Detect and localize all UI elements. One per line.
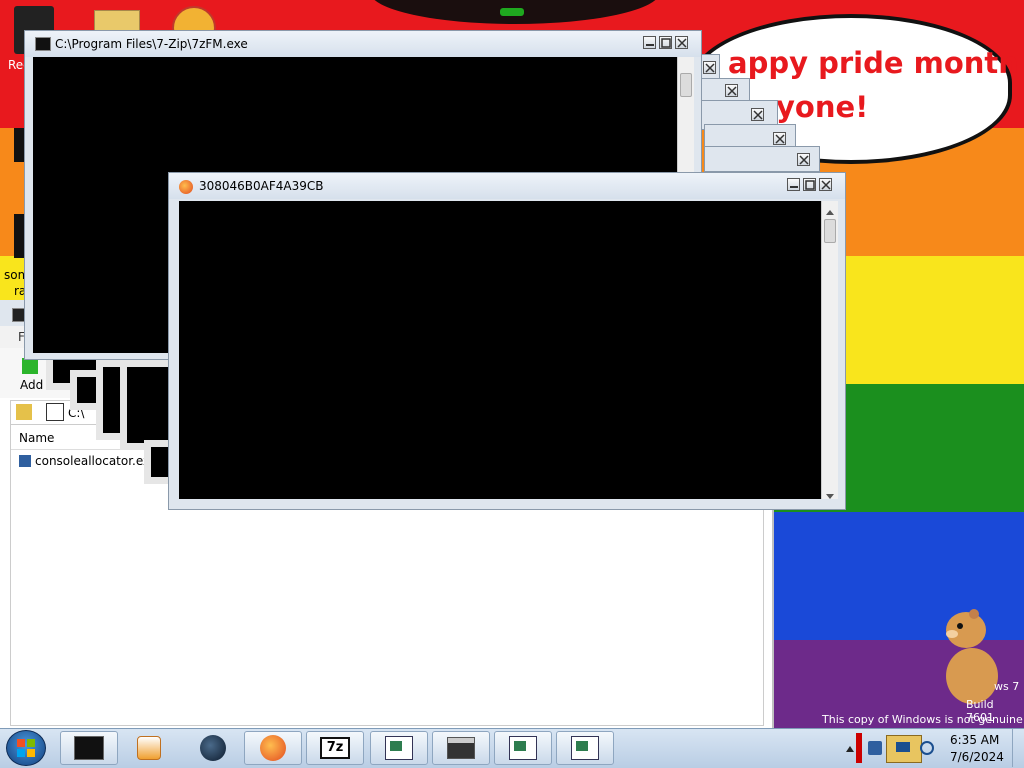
scrollbar-thumb[interactable] (824, 219, 836, 243)
7zip-window-title: C:\Program Files\7-Zip\7zFM.exe (55, 37, 248, 51)
firefox-window-title: 308046B0AF4A39CB (199, 179, 324, 193)
watermark-line1: ws 7 (994, 680, 1020, 693)
cascade-close-1[interactable] (703, 61, 716, 74)
media-player-icon (137, 736, 161, 760)
firefox-icon (179, 180, 193, 194)
file-icon (19, 455, 31, 467)
column-header-name[interactable]: Name (19, 431, 54, 445)
terminal-icon (74, 736, 104, 760)
show-desktop-button[interactable] (1012, 729, 1024, 767)
speech-text-line1: appy pride month (728, 46, 1019, 80)
flag-tray-icon[interactable] (856, 733, 862, 763)
clock-date[interactable]: 7/6/2024 (950, 750, 1004, 764)
maximize-button[interactable] (659, 36, 672, 49)
scroll-up-arrow-icon[interactable] (826, 204, 834, 218)
cascade-close-5[interactable] (797, 153, 810, 166)
watermark-line3: This copy of Windows is not genuine (822, 713, 1023, 726)
console-icon (35, 37, 51, 51)
firefox-console-output[interactable] (179, 201, 821, 499)
close-button[interactable] (675, 36, 688, 49)
start-button[interactable] (6, 730, 46, 766)
taskbar-window-3[interactable] (494, 731, 552, 765)
7zip-taskbar-icon: 7z (320, 737, 350, 759)
scroll-down-arrow-icon[interactable] (826, 489, 834, 503)
taskbar: 7z 6:35 AM 7/6/2024 (0, 728, 1024, 768)
minimize-button[interactable] (787, 178, 800, 191)
taskbar-window-4[interactable] (556, 731, 614, 765)
cascade-close-4[interactable] (773, 132, 786, 145)
clock-time[interactable]: 6:35 AM (950, 733, 999, 747)
window-icon (509, 736, 537, 760)
globe-icon (200, 735, 226, 761)
cascade-close-2[interactable] (725, 84, 738, 97)
scrollbar-thumb[interactable] (680, 73, 692, 97)
taskbar-terminal[interactable] (60, 731, 118, 765)
volume-tray-icon[interactable] (920, 741, 934, 758)
up-folder-icon[interactable] (16, 404, 32, 420)
maximize-button[interactable] (803, 178, 816, 191)
firefox-vertical-scrollbar[interactable] (821, 201, 838, 499)
taskbar-media-player[interactable] (120, 731, 178, 765)
window-icon (447, 737, 475, 759)
firefox-taskbar-icon (260, 735, 286, 761)
network-tray-icon[interactable] (886, 735, 922, 763)
show-hidden-icons-icon[interactable] (846, 741, 854, 755)
add-icon[interactable] (22, 358, 38, 374)
window-icon (571, 736, 599, 760)
add-button-label[interactable]: Add (20, 378, 43, 392)
top-arc-dots (500, 8, 524, 16)
speech-text-line2: yone! (776, 90, 869, 124)
7zip-path-icon (46, 403, 64, 421)
taskbar-window-1[interactable] (370, 731, 428, 765)
file-row-name[interactable]: consoleallocator.exe (35, 454, 157, 468)
cascade-close-3[interactable] (751, 108, 764, 121)
taskbar-dark-globe[interactable] (184, 731, 242, 765)
windows-logo-icon (17, 739, 35, 757)
taskbar-window-2[interactable] (432, 731, 490, 765)
cascade-window-5[interactable] (704, 146, 820, 172)
minimize-button[interactable] (643, 36, 656, 49)
taskbar-firefox[interactable] (244, 731, 302, 765)
close-button[interactable] (819, 178, 832, 191)
taskbar-7zip[interactable]: 7z (306, 731, 364, 765)
window-icon (385, 736, 413, 760)
action-center-icon[interactable] (868, 741, 882, 755)
firefox-console-window[interactable]: 308046B0AF4A39CB (168, 172, 846, 510)
